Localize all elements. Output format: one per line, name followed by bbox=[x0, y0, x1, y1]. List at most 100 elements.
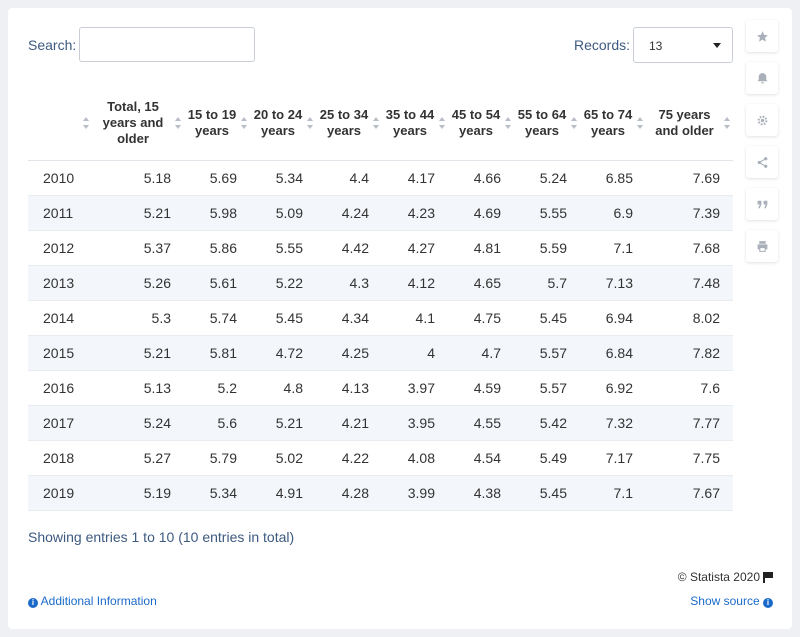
table-cell: 5.2 bbox=[184, 370, 250, 406]
table-cell: 4.55 bbox=[448, 405, 514, 441]
table-cell: 7.17 bbox=[580, 440, 646, 476]
column-header-25-34[interactable]: 25 to 34 years bbox=[316, 85, 382, 161]
table-cell: 4.59 bbox=[448, 370, 514, 406]
sort-icon bbox=[307, 116, 313, 129]
records-select[interactable]: 13 bbox=[633, 27, 733, 63]
search-input[interactable] bbox=[79, 27, 255, 62]
table-cell: 5.24 bbox=[92, 405, 184, 441]
print-button[interactable] bbox=[746, 230, 778, 262]
column-header-15-19[interactable]: 15 to 19 years bbox=[184, 85, 250, 161]
table-cell: 4.69 bbox=[448, 195, 514, 231]
show-source-link[interactable]: Show source i bbox=[690, 594, 773, 608]
table-cell: 8.02 bbox=[646, 300, 733, 336]
share-button[interactable] bbox=[746, 146, 778, 178]
table-cell: 5.45 bbox=[514, 300, 580, 336]
sort-icon bbox=[439, 116, 445, 129]
table-cell: 5.74 bbox=[184, 300, 250, 336]
table-cell: 5.27 bbox=[92, 440, 184, 476]
table-cell: 4.8 bbox=[250, 370, 316, 406]
favorite-button[interactable] bbox=[746, 20, 778, 52]
table-cell: 5.98 bbox=[184, 195, 250, 231]
table-cell: 4.3 bbox=[316, 265, 382, 301]
bell-icon bbox=[757, 72, 767, 84]
table-cell: 5.21 bbox=[92, 195, 184, 231]
sort-icon bbox=[241, 116, 247, 129]
table-row: 2016 5.13 5.2 4.8 4.13 3.97 4.59 5.57 6.92 7.6 bbox=[28, 370, 733, 406]
chevron-down-icon bbox=[713, 43, 721, 48]
table-cell: 4.42 bbox=[316, 230, 382, 266]
table-cell: 4.22 bbox=[316, 440, 382, 476]
table-cell: 6.9 bbox=[580, 195, 646, 231]
table-cell: 4 bbox=[382, 335, 448, 371]
table-cell: 3.97 bbox=[382, 370, 448, 406]
table-cell: 4.13 bbox=[316, 370, 382, 406]
column-header-65-74[interactable]: 65 to 74 years bbox=[580, 85, 646, 161]
table-cell: 5.24 bbox=[514, 160, 580, 196]
sort-icon bbox=[175, 116, 181, 129]
settings-button[interactable] bbox=[746, 104, 778, 136]
column-header-45-54[interactable]: 45 to 54 years bbox=[448, 85, 514, 161]
quote-icon bbox=[757, 200, 767, 208]
flag-icon[interactable] bbox=[763, 572, 773, 583]
notification-button[interactable] bbox=[746, 62, 778, 94]
table-cell: 7.1 bbox=[580, 230, 646, 266]
table-cell: 5.61 bbox=[184, 265, 250, 301]
table-cell: 4.75 bbox=[448, 300, 514, 336]
table-cell: 5.81 bbox=[184, 335, 250, 371]
sort-icon bbox=[571, 116, 577, 129]
table-cell: 7.67 bbox=[646, 475, 733, 511]
table-cell: 3.99 bbox=[382, 475, 448, 511]
column-header-20-24[interactable]: 20 to 24 years bbox=[250, 85, 316, 161]
table-cell: 5.45 bbox=[250, 300, 316, 336]
additional-information-link[interactable]: i Additional Information bbox=[28, 594, 157, 608]
cite-button[interactable] bbox=[746, 188, 778, 220]
row-year-cell: 2012 bbox=[28, 230, 92, 266]
table-cell: 4.1 bbox=[382, 300, 448, 336]
table-row: 2019 5.19 5.34 4.91 4.28 3.99 4.38 5.45 7.1 7.67 bbox=[28, 475, 733, 511]
table-cell: 7.77 bbox=[646, 405, 733, 441]
table-cell: 5.69 bbox=[184, 160, 250, 196]
row-year-cell: 2015 bbox=[28, 335, 92, 371]
table-body: 2010 5.18 5.69 5.34 4.4 4.17 4.66 5.24 6.85 7.69 2… bbox=[28, 160, 733, 511]
table-cell: 5.57 bbox=[514, 370, 580, 406]
entries-summary: Showing entries 1 to 10 (10 entries in t… bbox=[28, 529, 295, 545]
star-icon bbox=[756, 30, 768, 42]
table-cell: 6.84 bbox=[580, 335, 646, 371]
table-cell: 4.12 bbox=[382, 265, 448, 301]
table-cell: 7.13 bbox=[580, 265, 646, 301]
column-header-75-plus[interactable]: 75 years and older bbox=[646, 85, 733, 161]
table-cell: 7.68 bbox=[646, 230, 733, 266]
table-cell: 5.34 bbox=[250, 160, 316, 196]
table-row: 2011 5.21 5.98 5.09 4.24 4.23 4.69 5.55 6.9 7.39 bbox=[28, 195, 733, 231]
column-header-35-44[interactable]: 35 to 44 years bbox=[382, 85, 448, 161]
table-cell: 5.3 bbox=[92, 300, 184, 336]
table-cell: 7.82 bbox=[646, 335, 733, 371]
table-row: 2010 5.18 5.69 5.34 4.4 4.17 4.66 5.24 6.85 7.69 bbox=[28, 160, 733, 196]
row-year-cell: 2014 bbox=[28, 300, 92, 336]
table-cell: 6.94 bbox=[580, 300, 646, 336]
table-cell: 4.81 bbox=[448, 230, 514, 266]
table-cell: 5.55 bbox=[514, 195, 580, 231]
table-cell: 7.48 bbox=[646, 265, 733, 301]
table-cell: 5.22 bbox=[250, 265, 316, 301]
table-cell: 5.37 bbox=[92, 230, 184, 266]
table-cell: 6.92 bbox=[580, 370, 646, 406]
column-header-55-64[interactable]: 55 to 64 years bbox=[514, 85, 580, 161]
data-table: Total, 15 years and older 15 to 19 years… bbox=[28, 85, 733, 511]
table-cell: 7.69 bbox=[646, 160, 733, 196]
table-cell: 4.72 bbox=[250, 335, 316, 371]
table-cell: 4.17 bbox=[382, 160, 448, 196]
table-cell: 5.79 bbox=[184, 440, 250, 476]
row-year-cell: 2019 bbox=[28, 475, 92, 511]
table-cell: 7.39 bbox=[646, 195, 733, 231]
table-row: 2017 5.24 5.6 5.21 4.21 3.95 4.55 5.42 7.32 7.77 bbox=[28, 405, 733, 441]
table-row: 2018 5.27 5.79 5.02 4.22 4.08 4.54 5.49 7.17 7.75 bbox=[28, 440, 733, 476]
table-cell: 7.1 bbox=[580, 475, 646, 511]
column-header-total[interactable]: Total, 15 years and older bbox=[92, 85, 184, 161]
column-header-year[interactable] bbox=[28, 85, 92, 161]
sort-icon bbox=[724, 116, 730, 129]
table-cell: 4.24 bbox=[316, 195, 382, 231]
table-cell: 4.54 bbox=[448, 440, 514, 476]
table-cell: 5.19 bbox=[92, 475, 184, 511]
table-cell: 4.23 bbox=[382, 195, 448, 231]
